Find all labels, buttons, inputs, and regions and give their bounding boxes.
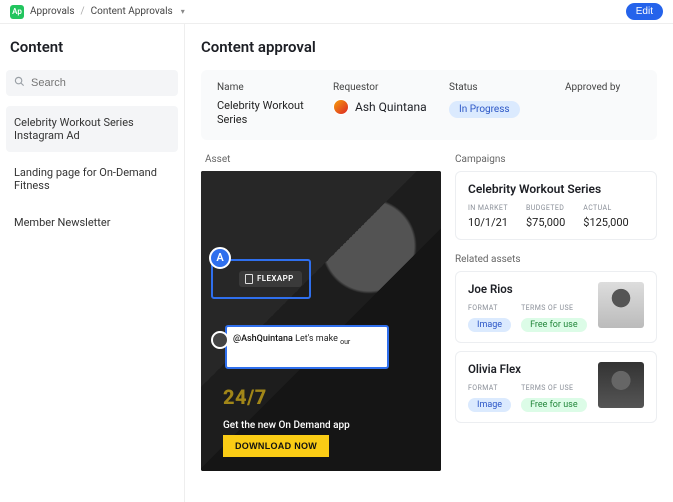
meta-value: $75,000	[526, 216, 565, 229]
sidebar-title: Content	[10, 38, 174, 56]
status-badge: In Progress	[449, 101, 520, 118]
terms-pill: Free for use	[521, 398, 587, 412]
requestor[interactable]: Ash Quintana	[333, 99, 443, 115]
related-asset-card[interactable]: Joe Rios FORMAT Image TERMS OF USE Free …	[455, 271, 657, 343]
related-asset-card[interactable]: Olivia Flex FORMAT Image TERMS OF USE Fr…	[455, 351, 657, 423]
info-label-approved-by: Approved by	[565, 82, 655, 93]
chevron-down-icon[interactable]: ▾	[181, 7, 185, 16]
search-box[interactable]	[6, 70, 178, 96]
campaigns-label: Campaigns	[455, 154, 657, 165]
tag-label: TERMS OF USE	[521, 304, 587, 312]
related-asset-name: Joe Rios	[468, 282, 588, 296]
search-icon	[14, 76, 25, 90]
asset-preview[interactable]: A FLEXAPP @AshQuintana Let's make our 24…	[201, 171, 441, 471]
avatar	[333, 99, 349, 115]
related-assets-label: Related assets	[455, 254, 657, 265]
breadcrumb: Ap Approvals / Content Approvals ▾	[10, 5, 185, 19]
sidebar-item[interactable]: Celebrity Workout Series Instagram Ad	[6, 106, 178, 152]
topbar: Ap Approvals / Content Approvals ▾ Edit	[0, 0, 673, 24]
annotation-handle[interactable]: A	[209, 247, 231, 269]
comment-fragment-small: our	[340, 337, 350, 345]
meta-label: BUDGETED	[526, 204, 565, 212]
annotation-selection[interactable]: A FLEXAPP	[211, 259, 311, 299]
requestor-name: Ash Quintana	[355, 100, 427, 114]
meta-label: IN MARKET	[468, 204, 508, 212]
approval-info-card: Name Celebrity Workout Series Requestor …	[201, 70, 657, 140]
campaign-card[interactable]: Celebrity Workout Series IN MARKET 10/1/…	[455, 171, 657, 240]
edit-button[interactable]: Edit	[626, 3, 663, 20]
page-title: Content approval	[201, 38, 657, 56]
info-label-status: Status	[449, 82, 559, 93]
asset-overlay-sub: Get the new On Demand app	[223, 420, 350, 431]
terms-pill: Free for use	[521, 318, 587, 332]
tag-label: FORMAT	[468, 304, 511, 312]
related-asset-name: Olivia Flex	[468, 362, 588, 376]
breadcrumb-root[interactable]: Approvals	[30, 6, 74, 17]
format-pill: Image	[468, 318, 511, 332]
related-asset-thumb	[598, 282, 644, 328]
annotation-chip: FLEXAPP	[239, 271, 302, 287]
mention[interactable]: @AshQuintana	[233, 334, 293, 344]
asset-overlay-headline: 24/7	[223, 385, 267, 409]
search-input[interactable]	[31, 77, 173, 89]
main-content: Content approval Name Celebrity Workout …	[185, 24, 673, 502]
tag-label: FORMAT	[468, 384, 511, 392]
breadcrumb-current[interactable]: Content Approvals	[91, 6, 173, 17]
meta-value: $125,000	[583, 216, 628, 229]
comment-box[interactable]: @AshQuintana Let's make our	[225, 325, 389, 370]
app-badge: Ap	[10, 5, 24, 19]
sidebar: Content Celebrity Workout Series Instagr…	[0, 24, 185, 502]
asset-label: Asset	[205, 154, 441, 165]
download-now-button[interactable]: DOWNLOAD NOW	[223, 435, 329, 457]
info-name: Celebrity Workout Series	[217, 99, 327, 128]
info-label-name: Name	[217, 82, 327, 93]
sidebar-item[interactable]: Member Newsletter	[6, 206, 178, 239]
format-pill: Image	[468, 398, 511, 412]
meta-label: ACTUAL	[583, 204, 628, 212]
avatar	[211, 331, 229, 349]
related-asset-thumb	[598, 362, 644, 408]
info-label-requestor: Requestor	[333, 82, 443, 93]
tag-label: TERMS OF USE	[521, 384, 587, 392]
campaign-title: Celebrity Workout Series	[468, 182, 644, 196]
sidebar-item[interactable]: Landing page for On-Demand Fitness	[6, 156, 178, 202]
breadcrumb-separator: /	[80, 6, 84, 17]
meta-value: 10/1/21	[468, 216, 508, 229]
phone-icon	[245, 274, 253, 284]
comment-text[interactable]: @AshQuintana Let's make our	[233, 333, 381, 348]
comment-fragment: Let's make	[293, 334, 340, 344]
annotation-chip-label: FLEXAPP	[257, 274, 294, 283]
